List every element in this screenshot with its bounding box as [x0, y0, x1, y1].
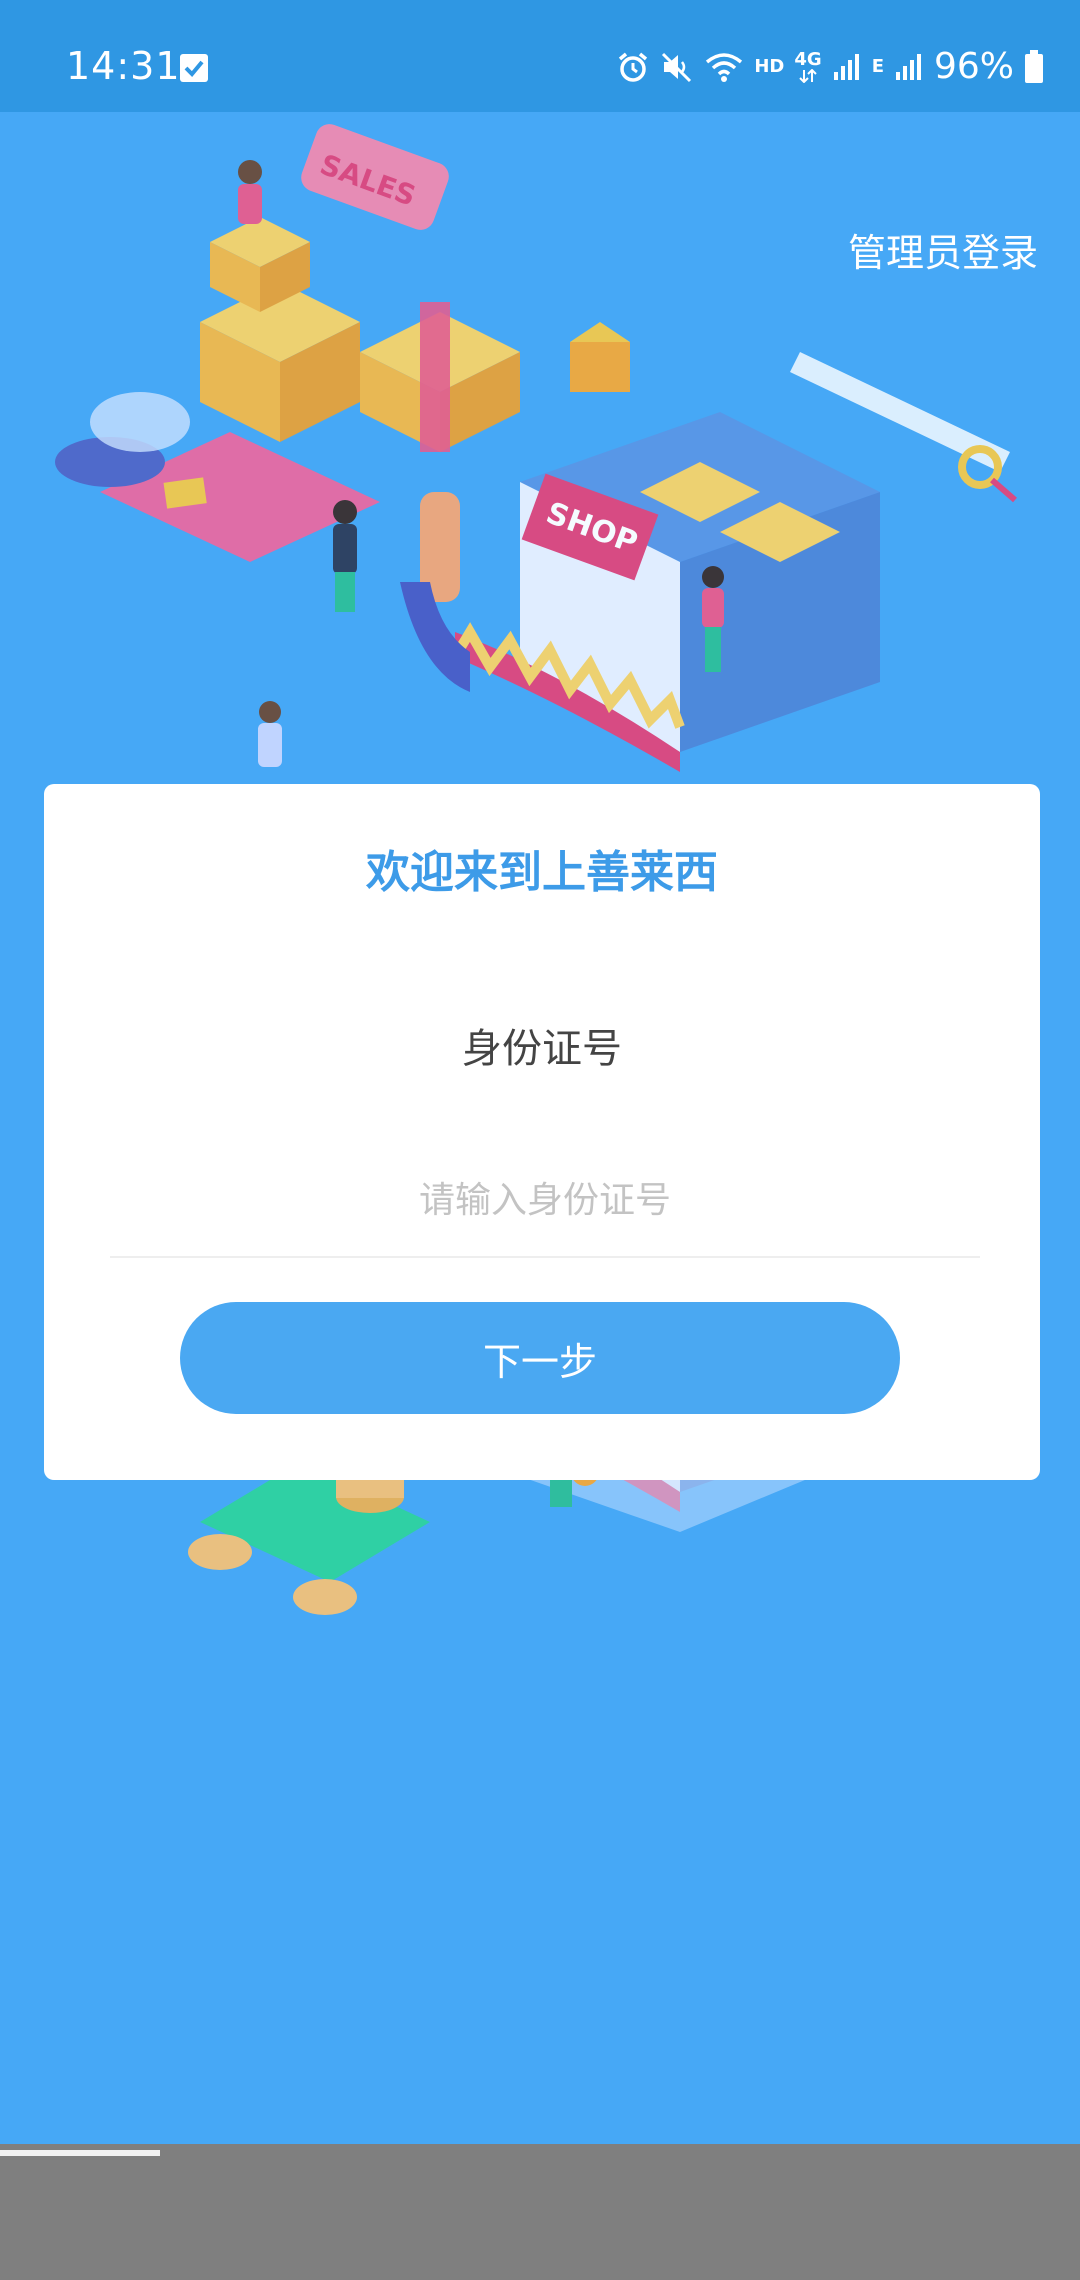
signal-icon-2 — [894, 52, 924, 82]
status-icons: HD 4G E 96% — [616, 46, 1044, 87]
checkbox-notification-icon — [180, 54, 208, 82]
next-step-button[interactable]: 下一步 — [180, 1302, 900, 1414]
status-time: 14:31 — [66, 44, 181, 88]
login-card: 欢迎来到上善莱西 身份证号 下一步 — [44, 784, 1040, 1480]
wifi-icon — [704, 50, 744, 84]
network-label-2: E — [871, 55, 884, 77]
signal-icon — [832, 52, 862, 82]
bottom-strip — [0, 2150, 160, 2156]
battery-icon — [1024, 49, 1044, 84]
network-type-2: E — [871, 55, 884, 77]
mute-icon — [660, 50, 694, 84]
bottom-overlay — [0, 2144, 1080, 2280]
network-label: 4G — [794, 48, 822, 70]
network-type: 4G — [794, 48, 822, 83]
battery-percent: 96% — [933, 46, 1014, 87]
alarm-icon — [616, 50, 650, 84]
welcome-title: 欢迎来到上善莱西 — [366, 847, 718, 898]
id-number-input[interactable] — [110, 1144, 980, 1258]
admin-login-link[interactable]: 管理员登录 — [848, 222, 1038, 277]
hd-label: HD — [754, 55, 785, 77]
status-bar: 14:31 HD 4G E 96% — [0, 0, 1080, 112]
id-number-label: 身份证号 — [462, 1026, 622, 1072]
